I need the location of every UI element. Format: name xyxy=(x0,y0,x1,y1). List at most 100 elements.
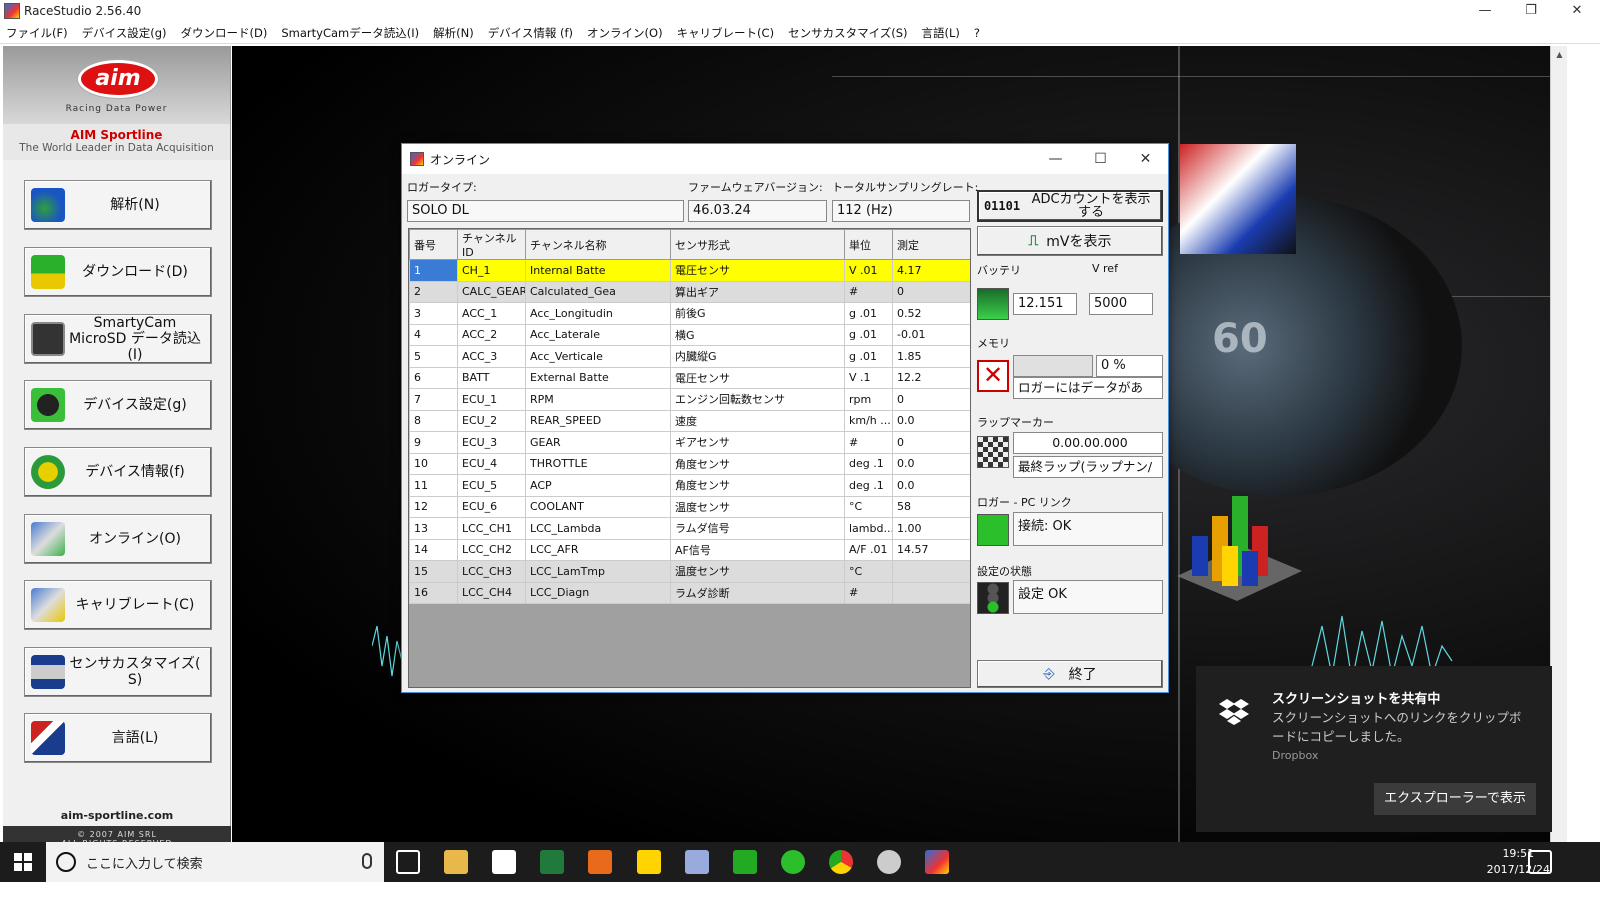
table-row[interactable]: 4 ACC_2 Acc_Laterale 横G g .01 -0.01 xyxy=(409,323,970,346)
language-button[interactable]: 言語(L) xyxy=(24,713,212,763)
col-channel-id[interactable]: チャンネルID xyxy=(457,229,526,260)
table-row[interactable]: 1 CH_1 Internal Batte 電圧センサ V .01 4.17 xyxy=(409,259,970,282)
download-button[interactable]: ダウンロード(D) xyxy=(24,247,212,297)
calibrate-button[interactable]: キャリブレート(C) xyxy=(24,580,212,630)
globe-icon xyxy=(31,188,65,222)
table-row[interactable]: 13 LCC_CH1 LCC_Lambda ラムダ信号 lambd... 1.00 xyxy=(409,517,970,540)
table-row[interactable]: 5 ACC_3 Acc_Verticale 内臓縦G g .01 1.85 xyxy=(409,345,970,368)
line-icon[interactable] xyxy=(781,850,805,874)
show-in-explorer-button[interactable]: エクスプローラーで表示 xyxy=(1374,783,1536,815)
chrome-icon[interactable] xyxy=(829,850,853,874)
col-measure[interactable]: 測定 xyxy=(892,229,970,260)
table-row[interactable]: 10 ECU_4 THROTTLE 角度センサ deg .1 0.0 xyxy=(409,452,970,475)
easy-pict-icon[interactable] xyxy=(685,850,709,874)
table-row[interactable]: 16 LCC_CH4 LCC_Diagn ラムダ診断 # xyxy=(409,581,970,604)
online-button[interactable]: オンライン(O) xyxy=(24,514,212,564)
last-lap-field: 最終ラップ(ラップナン/ xyxy=(1013,456,1163,478)
outlook-icon[interactable] xyxy=(588,850,612,874)
exit-button[interactable]: ⎆ 終了 xyxy=(977,660,1163,688)
menu-smartycam[interactable]: SmartyCamデータ読込(I) xyxy=(281,25,419,41)
col-unit[interactable]: 単位 xyxy=(844,229,893,260)
analysis-button[interactable]: 解析(N) xyxy=(24,180,212,230)
menu-analysis[interactable]: 解析(N) xyxy=(433,25,474,41)
start-button[interactable] xyxy=(0,842,46,882)
device-info-button[interactable]: デバイス情報(f) xyxy=(24,447,212,497)
minimize-button[interactable]: — xyxy=(1462,0,1508,22)
col-sensor-type[interactable]: センサ形式 xyxy=(670,229,845,260)
menu-calibrate[interactable]: キャリブレート(C) xyxy=(677,25,775,41)
table-cell: 9 xyxy=(409,431,458,454)
table-cell: °C xyxy=(844,495,893,518)
table-cell: 内臓縦G xyxy=(670,345,845,368)
table-cell: 算出ギア xyxy=(670,280,845,303)
sensor-customize-button[interactable]: センサカスタマイズ( S) xyxy=(24,647,212,697)
table-row[interactable]: 6 BATT External Batte 電圧センサ V .1 12.2 xyxy=(409,366,970,389)
copyright-line1: © 2007 AIM SRL xyxy=(77,830,157,839)
channel-table: 番号 チャンネルID チャンネル名称 センサ形式 単位 測定 1 CH_1 Inte… xyxy=(408,228,971,688)
dropbox-notification[interactable]: スクリーンショットを共有中 スクリーンショットへのリンクをクリップボードにコピー… xyxy=(1196,666,1552,832)
close-button[interactable]: ✕ xyxy=(1554,0,1600,22)
dialog-title: オンライン xyxy=(430,152,491,167)
table-cell: -0.01 xyxy=(892,323,970,346)
table-row[interactable]: 15 LCC_CH3 LCC_LamTmp 温度センサ °C xyxy=(409,560,970,583)
calendar-app-icon[interactable] xyxy=(733,850,757,874)
col-channel-name[interactable]: チャンネル名称 xyxy=(525,229,671,260)
scroll-up-icon[interactable]: ▲ xyxy=(1551,46,1568,63)
menu-language[interactable]: 言語(L) xyxy=(922,25,960,41)
vertical-scrollbar[interactable]: ▲ xyxy=(1550,46,1567,858)
table-cell: 4 xyxy=(409,323,458,346)
jww-icon[interactable] xyxy=(637,850,661,874)
dropbox-icon xyxy=(1219,699,1249,725)
col-number[interactable]: 番号 xyxy=(409,229,458,260)
taskbar-search[interactable]: ここに入力して検索 xyxy=(46,842,384,882)
table-cell: Acc_Verticale xyxy=(525,345,671,368)
excel-icon[interactable] xyxy=(540,850,564,874)
app-icon-misc[interactable] xyxy=(877,850,901,874)
menu-file[interactable]: ファイル(F) xyxy=(6,25,68,41)
dialog-close-button[interactable]: ✕ xyxy=(1123,144,1168,174)
table-row[interactable]: 3 ACC_1 Acc_Longitudin 前後G g .01 0.52 xyxy=(409,302,970,325)
table-cell: LCC_CH3 xyxy=(457,560,526,583)
adc-count-button[interactable]: 01101 ADCカウントを表示する xyxy=(977,190,1163,222)
table-row[interactable]: 8 ECU_2 REAR_SPEED 速度 km/h ... 0.0 xyxy=(409,409,970,432)
table-cell: ラムダ信号 xyxy=(670,517,845,540)
table-row[interactable]: 12 ECU_6 COOLANT 温度センサ °C 58 xyxy=(409,495,970,518)
table-row[interactable]: 2 CALC_GEAR Calculated_Gea 算出ギア #0 xyxy=(409,280,970,303)
action-center-icon[interactable] xyxy=(1528,850,1552,874)
menu-device-info[interactable]: デバイス情報 (f) xyxy=(488,25,573,41)
table-cell: 0.0 xyxy=(892,474,970,497)
menu-device-settings[interactable]: デバイス設定(g) xyxy=(82,25,167,41)
file-explorer-icon[interactable] xyxy=(444,850,468,874)
logger-type-field: SOLO DL xyxy=(407,200,684,222)
task-view-icon[interactable] xyxy=(396,850,420,874)
table-cell: g .01 xyxy=(844,302,893,325)
link-plug-icon xyxy=(977,514,1009,546)
table-row[interactable]: 11 ECU_5 ACP 角度センサ deg .1 0.0 xyxy=(409,474,970,497)
firmware-label: ファームウェアバージョン: xyxy=(688,181,823,194)
table-cell: ECU_3 xyxy=(457,431,526,454)
mv-button[interactable]: ⎍ mVを表示 xyxy=(977,226,1163,256)
device-settings-button[interactable]: デバイス設定(g) xyxy=(24,380,212,430)
table-cell: COOLANT xyxy=(525,495,671,518)
smartycam-button[interactable]: SmartyCam MicroSD データ読込(I) xyxy=(24,314,212,364)
table-cell: 13 xyxy=(409,517,458,540)
table-cell: 58 xyxy=(892,495,970,518)
table-row[interactable]: 14 LCC_CH2 LCC_AFR AF信号 A/F .01 14.57 xyxy=(409,538,970,561)
menu-online[interactable]: オンライン(O) xyxy=(587,25,663,41)
website-link[interactable]: aim-sportline.com xyxy=(3,809,231,822)
dialog-maximize-button[interactable]: ☐ xyxy=(1078,144,1123,174)
table-cell: 10 xyxy=(409,452,458,475)
menu-download[interactable]: ダウンロード(D) xyxy=(181,25,268,41)
store-icon[interactable] xyxy=(492,850,516,874)
windows-icon xyxy=(14,853,32,871)
table-row[interactable]: 7 ECU_1 RPM エンジン回転数センサ rpm 0 xyxy=(409,388,970,411)
config-status-field: 設定 OK xyxy=(1013,580,1163,614)
menu-sensor-customize[interactable]: センサカスタマイズ(S) xyxy=(788,25,907,41)
menu-help[interactable]: ? xyxy=(974,26,980,40)
maximize-button[interactable]: ❐ xyxy=(1508,0,1554,22)
dialog-minimize-button[interactable]: — xyxy=(1033,144,1078,174)
pc-link-status-field: 接続: OK xyxy=(1013,512,1163,546)
microphone-icon[interactable] xyxy=(362,853,372,869)
table-row[interactable]: 9 ECU_3 GEAR ギアセンサ #0 xyxy=(409,431,970,454)
racestudio-taskbar-icon[interactable] xyxy=(925,850,949,874)
